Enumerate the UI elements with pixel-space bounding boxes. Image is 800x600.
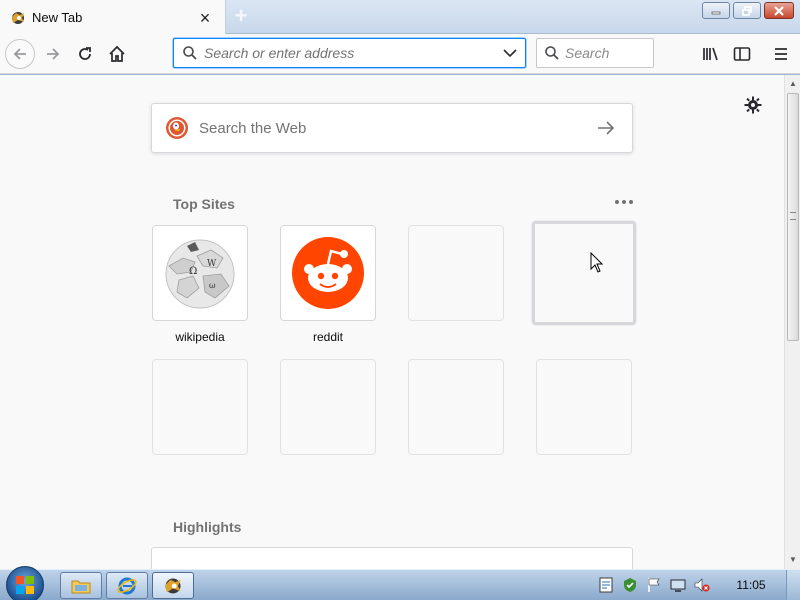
- gear-icon[interactable]: [743, 95, 763, 115]
- sidebar-icon: [733, 47, 751, 61]
- windows-logo-icon: [16, 576, 34, 594]
- scroll-thumb[interactable]: [787, 93, 799, 341]
- address-bar[interactable]: [173, 38, 526, 68]
- scroll-up-icon[interactable]: ▲: [788, 79, 798, 89]
- menu-button[interactable]: [768, 41, 794, 67]
- reload-icon: [79, 47, 91, 60]
- forward-arrow-icon: [47, 48, 60, 60]
- flag-icon[interactable]: [646, 577, 662, 593]
- search-icon: [545, 46, 559, 60]
- svg-text:W: W: [207, 259, 217, 269]
- svg-text:Ω: Ω: [189, 266, 197, 277]
- duckduckgo-icon: [166, 117, 188, 139]
- home-icon: [109, 45, 125, 62]
- network-icon[interactable]: [598, 577, 614, 593]
- close-window-button[interactable]: [764, 2, 794, 19]
- show-desktop-button[interactable]: [786, 570, 800, 600]
- search-input[interactable]: [565, 42, 645, 64]
- top-sites-heading: Top Sites: [173, 196, 235, 212]
- chevron-down-icon[interactable]: [503, 48, 517, 58]
- hamburger-menu-icon: [775, 48, 787, 60]
- minimize-button[interactable]: [702, 2, 730, 19]
- library-button[interactable]: [698, 41, 724, 67]
- search-icon: [183, 46, 197, 60]
- wikipedia-globe-icon: Ω W ω: [165, 239, 235, 309]
- top-site-tile-reddit[interactable]: [280, 225, 376, 321]
- close-window-icon: [774, 5, 784, 16]
- taskbar: 11:05: [0, 566, 800, 600]
- title-bar: New Tab × +: [0, 0, 800, 35]
- firefox-taskbar-button[interactable]: [152, 572, 194, 599]
- internet-explorer-button[interactable]: [106, 572, 148, 599]
- volume-muted-icon[interactable]: [694, 577, 710, 593]
- highlights-heading: Highlights: [173, 519, 242, 535]
- security-icon[interactable]: [622, 577, 638, 593]
- minimize-icon: [711, 11, 721, 14]
- svg-text:ω: ω: [209, 281, 216, 290]
- library-icon: [703, 47, 718, 61]
- restore-icon: [742, 5, 752, 16]
- top-site-placeholder[interactable]: [408, 359, 504, 455]
- web-search-input[interactable]: [199, 113, 594, 143]
- search-bar[interactable]: [536, 38, 654, 68]
- window-controls: [702, 2, 794, 19]
- new-tab-page: Top Sites Ω W ω wikipedia reddit: [0, 75, 784, 569]
- top-site-placeholder[interactable]: [536, 359, 632, 455]
- mouse-pointer-icon: [590, 252, 604, 273]
- reddit-alien-icon: [292, 237, 364, 309]
- tab-title: New Tab: [32, 10, 83, 25]
- web-search-box[interactable]: [151, 103, 633, 153]
- system-clock[interactable]: 11:05: [728, 578, 774, 592]
- sidebar-button[interactable]: [729, 41, 755, 67]
- close-icon[interactable]: ×: [195, 8, 215, 28]
- more-options-icon[interactable]: [612, 193, 636, 211]
- new-tab-button[interactable]: +: [230, 5, 252, 27]
- highlight-card[interactable]: [151, 547, 633, 569]
- home-button[interactable]: [102, 39, 132, 69]
- top-site-placeholder[interactable]: [532, 221, 636, 325]
- navigation-toolbar: [0, 34, 800, 74]
- firefox-icon: [165, 578, 181, 593]
- firefox-icon: [10, 10, 26, 26]
- forward-button[interactable]: [38, 39, 68, 69]
- scroll-down-icon[interactable]: ▼: [788, 555, 798, 565]
- top-site-placeholder[interactable]: [408, 225, 504, 321]
- top-site-placeholder[interactable]: [152, 359, 248, 455]
- url-input[interactable]: [204, 41, 503, 65]
- start-button[interactable]: [6, 566, 44, 600]
- file-explorer-icon: [71, 580, 91, 593]
- file-explorer-button[interactable]: [60, 572, 102, 599]
- top-site-tile-wikipedia[interactable]: Ω W ω: [152, 225, 248, 321]
- back-arrow-icon: [13, 48, 26, 60]
- restore-button[interactable]: [733, 2, 761, 19]
- top-site-label: wikipedia: [175, 330, 225, 344]
- top-site-label: reddit: [312, 330, 344, 344]
- tab-new-tab[interactable]: New Tab ×: [0, 0, 226, 35]
- vertical-scrollbar[interactable]: ▲ ▼: [784, 75, 800, 569]
- reload-button[interactable]: [70, 39, 100, 69]
- back-button[interactable]: [5, 39, 35, 69]
- internet-explorer-icon: [117, 577, 137, 594]
- display-icon[interactable]: [670, 577, 686, 593]
- arrow-right-icon[interactable]: [594, 116, 618, 140]
- top-site-placeholder[interactable]: [280, 359, 376, 455]
